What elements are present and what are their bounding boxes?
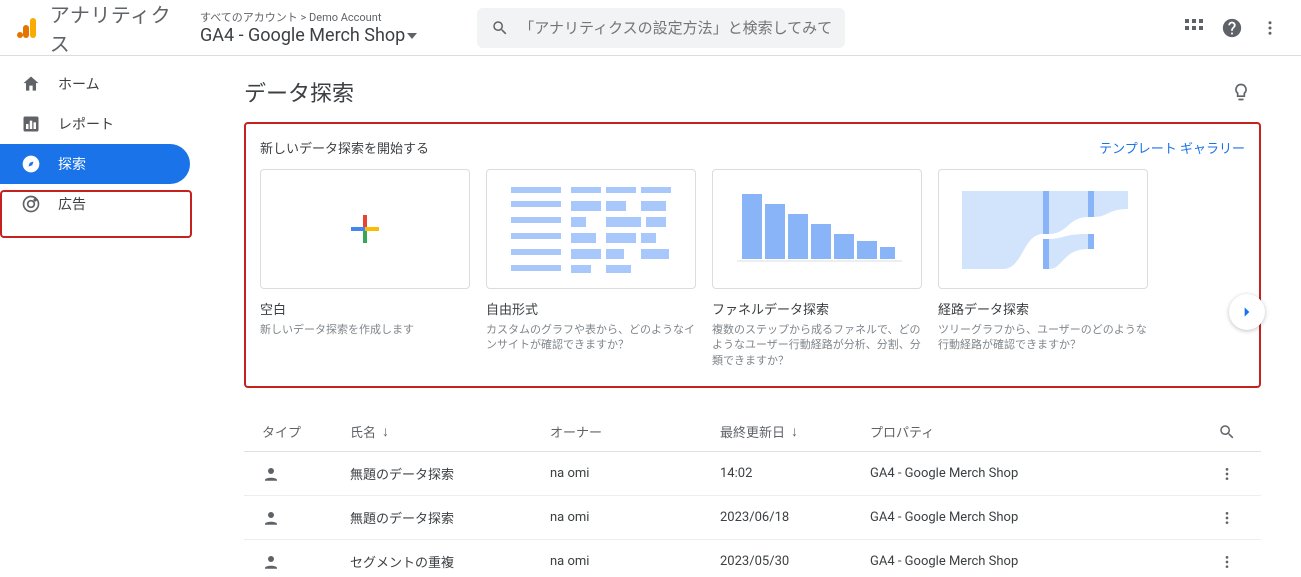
row-property: GA4 - Google Merch Shop (870, 510, 1211, 525)
card-title: ファネルデータ探索 (712, 299, 922, 318)
template-gallery-link[interactable]: テンプレート ギャラリー (1099, 138, 1245, 157)
row-owner: na omi (550, 554, 720, 569)
path-thumb-icon (948, 179, 1138, 279)
row-property: GA4 - Google Merch Shop (870, 554, 1211, 569)
search-icon (491, 19, 509, 37)
analytics-logo-icon (12, 12, 44, 44)
th-name[interactable]: 氏名 ↓ (350, 422, 550, 441)
more-vert-icon[interactable] (1261, 19, 1279, 37)
nav-reports[interactable]: レポート (0, 104, 190, 144)
chevron-right-icon (1240, 305, 1254, 319)
th-name-label: 氏名 (350, 422, 376, 441)
nav-explore[interactable]: 探索 (0, 144, 190, 184)
template-card-freeform[interactable]: 自由形式 カスタムのグラフや表から、どのようなインサイトが確認できますか？ (486, 169, 696, 368)
row-more-button[interactable] (1211, 510, 1243, 526)
logo-wrap: アナリティクス (12, 0, 190, 57)
card-title: 自由形式 (486, 299, 696, 318)
more-vert-icon (1219, 510, 1235, 526)
template-card-funnel[interactable]: ファネルデータ探索 複数のステップから成るファネルで、どのようなユーザー行動経路… (712, 169, 922, 368)
nav-home[interactable]: ホーム (0, 64, 190, 104)
sidebar: ホーム レポート 探索 広告 (0, 56, 190, 577)
nav-explore-label: 探索 (58, 154, 86, 174)
search-input[interactable] (519, 19, 831, 37)
row-type-icon (262, 465, 350, 483)
nav-reports-label: レポート (58, 114, 114, 134)
th-type: タイプ (262, 422, 350, 441)
row-name: セグメントの重複 (350, 552, 550, 571)
th-updated[interactable]: 最終更新日 ↓ (720, 422, 870, 441)
nav-ads-label: 広告 (58, 194, 86, 214)
table-row[interactable]: 無題のデータ探索na omi14:02GA4 - Google Merch Sh… (244, 452, 1261, 496)
nav-home-label: ホーム (58, 74, 100, 94)
more-vert-icon (1219, 554, 1235, 570)
row-owner: na omi (550, 466, 720, 481)
row-type-icon (262, 553, 350, 571)
funnel-thumb-icon (727, 179, 907, 279)
freeform-thumb-icon (501, 179, 681, 279)
page-title: データ探索 (244, 76, 354, 108)
apps-icon[interactable] (1185, 19, 1203, 37)
row-property: GA4 - Google Merch Shop (870, 466, 1211, 481)
card-desc: 新しいデータ探索を作成します (260, 322, 470, 337)
breadcrumb[interactable]: すべてのアカウント > Demo Account GA4 - Google Me… (200, 9, 417, 46)
breadcrumb-line: すべてのアカウント > Demo Account (200, 9, 417, 25)
row-updated: 2023/06/18 (720, 510, 870, 525)
next-templates-button[interactable] (1229, 294, 1265, 330)
th-owner: オーナー (550, 422, 720, 441)
table-row[interactable]: 無題のデータ探索na omi2023/06/18GA4 - Google Mer… (244, 496, 1261, 540)
row-more-button[interactable] (1211, 554, 1243, 570)
more-vert-icon (1219, 466, 1235, 482)
explore-icon (20, 153, 42, 175)
breadcrumb-account: Demo Account (309, 11, 381, 24)
plus-icon (347, 211, 383, 247)
th-property: プロパティ (870, 422, 1211, 441)
nav-ads[interactable]: 広告 (0, 184, 190, 224)
row-name: 無題のデータ探索 (350, 508, 550, 527)
row-type-icon (262, 509, 350, 527)
row-name: 無題のデータ探索 (350, 464, 550, 483)
main-content: データ探索 新しいデータ探索を開始する テンプレート ギャラリー 空白 新 (190, 56, 1301, 577)
breadcrumb-prefix: すべてのアカウント (200, 11, 298, 24)
header-actions (1185, 17, 1289, 39)
table-row[interactable]: セグメントの重複na omi2023/05/30GA4 - Google Mer… (244, 540, 1261, 577)
row-updated: 2023/05/30 (720, 554, 870, 569)
search-icon (1218, 423, 1236, 441)
row-more-button[interactable] (1211, 466, 1243, 482)
card-title: 経路データ探索 (938, 299, 1148, 318)
card-title: 空白 (260, 299, 470, 318)
row-updated: 14:02 (720, 466, 870, 481)
app-header: アナリティクス すべてのアカウント > Demo Account GA4 - G… (0, 0, 1301, 56)
search-bar[interactable] (477, 8, 845, 48)
explorations-table: タイプ 氏名 ↓ オーナー 最終更新日 ↓ プロパティ 無題のデータ探索na o… (244, 412, 1261, 577)
sort-down-icon: ↓ (382, 423, 389, 440)
caret-down-icon (407, 33, 417, 39)
product-name: アナリティクス (50, 0, 190, 57)
card-desc: ツリーグラフから、ユーザーのどのような行動経路が確認できますか？ (938, 322, 1148, 353)
home-icon (20, 73, 42, 95)
template-card-path[interactable]: 経路データ探索 ツリーグラフから、ユーザーのどのような行動経路が確認できますか？ (938, 169, 1148, 368)
card-desc: 複数のステップから成るファネルで、どのようなユーザー行動経路が分析、分割、分類で… (712, 322, 922, 368)
start-label: 新しいデータ探索を開始する (260, 138, 429, 157)
help-icon[interactable] (1221, 17, 1243, 39)
templates-panel: 新しいデータ探索を開始する テンプレート ギャラリー 空白 新しいデータ探索を作… (244, 122, 1261, 388)
row-owner: na omi (550, 510, 720, 525)
lightbulb-icon[interactable] (1231, 82, 1251, 102)
table-header: タイプ 氏名 ↓ オーナー 最終更新日 ↓ プロパティ (244, 412, 1261, 452)
card-desc: カスタムのグラフや表から、どのようなインサイトが確認できますか？ (486, 322, 696, 353)
ads-icon (20, 193, 42, 215)
th-updated-label: 最終更新日 (720, 422, 785, 441)
property-selector[interactable]: GA4 - Google Merch Shop (200, 25, 417, 46)
breadcrumb-sep: > (301, 11, 309, 24)
template-card-blank[interactable]: 空白 新しいデータ探索を作成します (260, 169, 470, 368)
table-search-button[interactable] (1211, 423, 1243, 441)
reports-icon (20, 113, 42, 135)
property-name: GA4 - Google Merch Shop (200, 25, 405, 46)
sort-down-icon: ↓ (791, 423, 798, 440)
